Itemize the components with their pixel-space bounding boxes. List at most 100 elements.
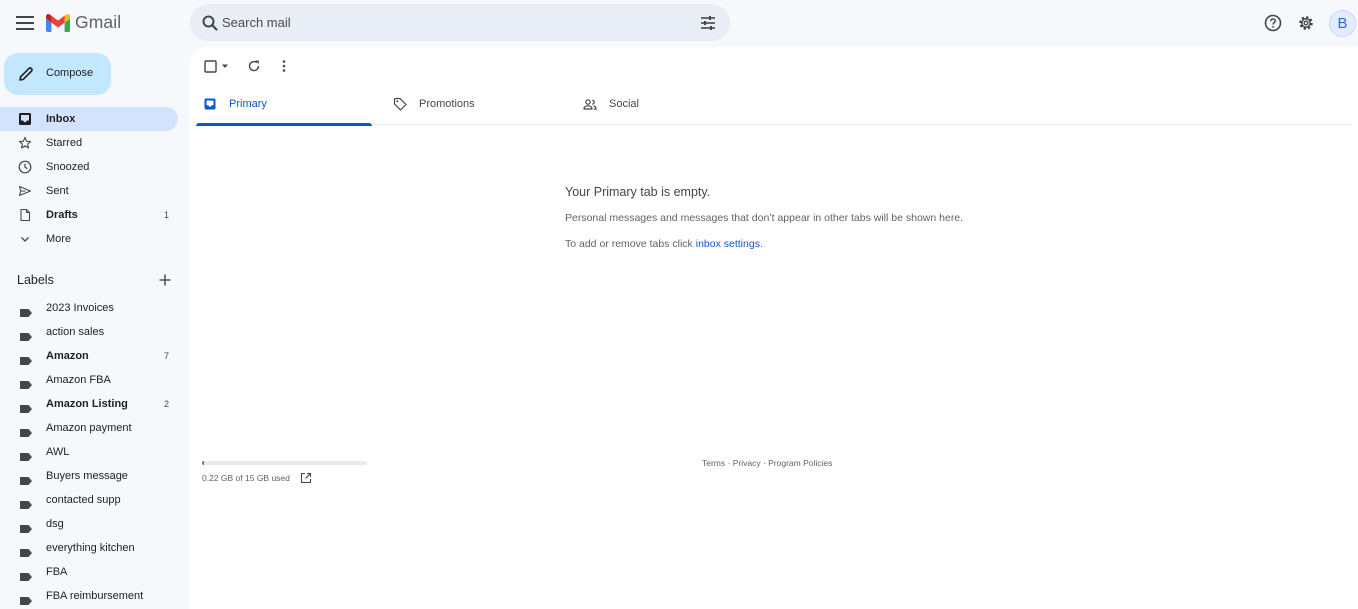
storage-bar-fill <box>202 461 205 465</box>
label-name: AWL <box>46 446 70 458</box>
label-item-amazon-fba[interactable]: Amazon FBA <box>0 368 178 392</box>
tab-label: Promotions <box>419 98 475 110</box>
label-item-fba[interactable]: FBA <box>0 560 178 584</box>
label-item-everything-kitchen[interactable]: everything kitchen <box>0 536 178 560</box>
empty-state-title: Your Primary tab is empty. <box>565 185 711 199</box>
caret-down-icon[interactable] <box>220 61 230 71</box>
refresh-icon[interactable] <box>247 58 261 74</box>
label-tag-icon <box>20 592 32 605</box>
label-tag-icon <box>20 424 32 437</box>
tip-suffix: . <box>759 238 763 250</box>
label-count: 7 <box>163 351 169 361</box>
sidebar-item-starred[interactable]: Starred <box>0 131 178 155</box>
add-label-icon[interactable] <box>157 272 173 288</box>
label-item-buyers-message[interactable]: Buyers message <box>0 464 178 488</box>
storage-text: 0.22 GB of 15 GB used <box>202 473 290 483</box>
footer-separator: · <box>760 458 769 468</box>
sidebar-item-label: Inbox <box>46 113 76 125</box>
label-tag-icon <box>20 304 32 317</box>
sidebar-item-inbox[interactable]: Inbox <box>0 107 178 131</box>
draft-icon <box>18 208 32 222</box>
gmail-logo[interactable]: Gmail <box>46 12 121 33</box>
search-options-icon[interactable] <box>699 14 717 32</box>
tab-social[interactable]: Social <box>576 87 752 125</box>
chevron-down-icon <box>18 232 32 246</box>
label-item-fba-reimbursement[interactable]: FBA reimbursement <box>0 584 178 608</box>
label-tag-icon <box>20 568 32 581</box>
sidebar-item-label: Starred <box>46 137 83 149</box>
clock-icon <box>18 160 32 174</box>
label-item-contacted-supp[interactable]: contacted supp <box>0 488 178 512</box>
main-menu-icon[interactable] <box>13 11 37 35</box>
inbox-tab-icon <box>203 97 217 111</box>
search-input[interactable] <box>222 11 672 34</box>
label-name: Amazon <box>46 350 89 362</box>
gmail-wordmark: Gmail <box>75 12 122 32</box>
search-bar[interactable] <box>190 4 730 41</box>
open-in-new-icon[interactable] <box>300 471 312 484</box>
tab-promotions[interactable]: Promotions <box>386 87 562 125</box>
select-all-checkbox[interactable] <box>204 58 230 74</box>
inbox-icon <box>18 112 32 126</box>
label-item-amazon-payment[interactable]: Amazon payment <box>0 416 178 440</box>
footer-links: Terms · Privacy · Program Policies <box>702 458 832 468</box>
label-name: Amazon Listing <box>46 398 128 410</box>
empty-state: Your Primary tab is empty. Personal mess… <box>565 185 1165 250</box>
label-list: 2023 Invoices action sales Amazon 7 Amazo… <box>0 296 190 608</box>
settings-gear-icon[interactable] <box>1296 13 1316 33</box>
storage-meter: 0.22 GB of 15 GB used <box>202 461 382 484</box>
label-name: everything kitchen <box>46 542 135 554</box>
label-tag-icon <box>20 376 32 389</box>
sidebar-item-label: Drafts <box>46 209 78 221</box>
tab-label: Social <box>609 98 639 110</box>
storage-bar <box>202 461 367 465</box>
empty-state-subtitle: Personal messages and messages that don’… <box>565 212 964 224</box>
compose-label: Compose <box>46 67 94 79</box>
label-tag-icon <box>20 520 32 533</box>
label-item-dsg[interactable]: dsg <box>0 512 178 536</box>
label-name: FBA <box>46 566 68 578</box>
label-tag-icon <box>20 496 32 509</box>
sidebar-item-sent[interactable]: Sent <box>0 179 178 203</box>
label-item-action-sales[interactable]: action sales <box>0 320 178 344</box>
label-item-2023-invoices[interactable]: 2023 Invoices <box>0 296 178 320</box>
sidebar-item-snoozed[interactable]: Snoozed <box>0 155 178 179</box>
terms-link[interactable]: Terms <box>702 458 725 468</box>
label-tag-icon <box>20 472 32 485</box>
more-options-icon[interactable] <box>277 58 291 74</box>
search-icon[interactable] <box>201 14 219 32</box>
label-item-amazon[interactable]: Amazon 7 <box>0 344 178 368</box>
account-avatar[interactable]: B <box>1329 10 1356 37</box>
label-tag-icon <box>20 352 32 365</box>
gmail-m-icon <box>46 14 70 32</box>
empty-state-tip: To add or remove tabs click inbox settin… <box>565 238 1165 250</box>
labels-heading: Labels <box>17 273 54 287</box>
label-item-amazon-listing[interactable]: Amazon Listing 2 <box>0 392 178 416</box>
tag-icon <box>393 97 407 111</box>
label-tag-icon <box>20 544 32 557</box>
gmail-app: Gmail B <box>0 0 1358 609</box>
privacy-link[interactable]: Privacy <box>733 458 761 468</box>
label-name: 2023 Invoices <box>46 302 114 314</box>
tip-prefix: To add or remove tabs click <box>565 238 696 250</box>
label-tag-icon <box>20 328 32 341</box>
drafts-count: 1 <box>163 210 169 220</box>
label-name: action sales <box>46 326 105 338</box>
program-policies-link[interactable]: Program Policies <box>768 458 832 468</box>
label-item-awl[interactable]: AWL <box>0 440 178 464</box>
tab-primary[interactable]: Primary <box>196 87 372 126</box>
top-bar: Gmail B <box>0 0 1358 46</box>
label-name: Amazon payment <box>46 422 132 434</box>
inbox-settings-link[interactable]: inbox settings <box>696 238 760 250</box>
help-icon[interactable] <box>1263 13 1283 33</box>
tab-label: Primary <box>229 98 267 110</box>
labels-header: Labels <box>17 272 177 290</box>
label-name: FBA reimbursement <box>46 590 144 602</box>
main-panel: Primary Promotions Social Your Primary t… <box>190 47 1358 609</box>
message-toolbar <box>190 47 1358 84</box>
sidebar-item-more[interactable]: More <box>0 227 178 251</box>
compose-button[interactable]: Compose <box>4 53 111 95</box>
sidebar-item-drafts[interactable]: Drafts 1 <box>0 203 178 227</box>
label-tag-icon <box>20 400 32 413</box>
label-name: Buyers message <box>46 470 128 482</box>
